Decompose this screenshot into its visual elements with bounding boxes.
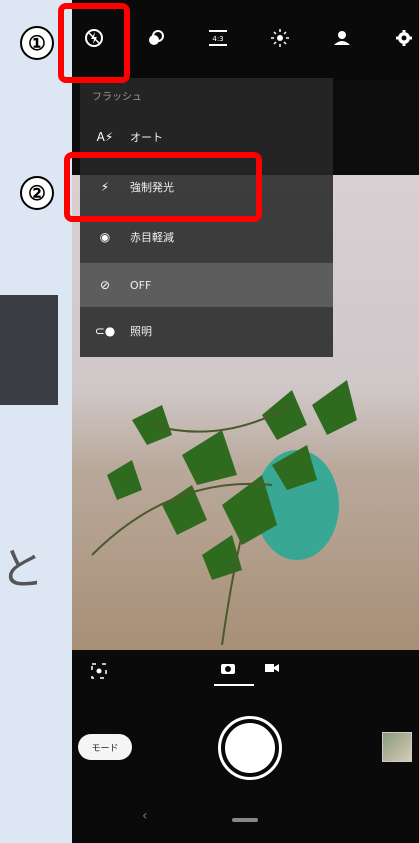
torch-icon: ⊂● bbox=[94, 324, 116, 338]
aspect-ratio-label: 4:3 bbox=[212, 35, 223, 43]
brightness-icon[interactable] bbox=[268, 26, 292, 50]
scene-detect-icon[interactable] bbox=[90, 662, 108, 684]
mode-button[interactable]: モード bbox=[78, 734, 132, 760]
gallery-thumbnail[interactable] bbox=[382, 732, 412, 762]
background-panel bbox=[0, 295, 58, 405]
video-icon[interactable] bbox=[264, 660, 280, 679]
highlight-flash-button bbox=[58, 3, 130, 83]
aspect-ratio-icon[interactable]: 4:3 bbox=[206, 26, 230, 50]
step-2-badge: ② bbox=[20, 176, 54, 210]
camera-icon[interactable] bbox=[220, 660, 236, 679]
flash-auto-icon: A⚡ bbox=[96, 130, 114, 144]
nav-home-pill[interactable] bbox=[232, 818, 258, 822]
red-eye-icon: ◉ bbox=[99, 230, 111, 244]
settings-icon[interactable] bbox=[392, 26, 416, 50]
step-1-badge: ① bbox=[20, 26, 54, 60]
mode-active-indicator bbox=[214, 684, 254, 686]
shutter-inner bbox=[225, 723, 275, 773]
camera-app-screen: 4:3 フラッシュ A⚡ オート ⚡ 強制発光 ◉ 赤目軽減 ⊘ OFF ⊂● … bbox=[72, 0, 419, 843]
camera-bottom-bar: モード ‹ bbox=[72, 650, 419, 843]
flash-menu-title: フラッシュ bbox=[92, 92, 142, 103]
portrait-icon[interactable] bbox=[330, 26, 354, 50]
background-text: と bbox=[0, 544, 44, 595]
color-effect-icon[interactable] bbox=[144, 26, 168, 50]
flash-option-off[interactable]: ⊘ OFF bbox=[80, 263, 333, 307]
nav-back-icon[interactable]: ‹ bbox=[142, 808, 148, 824]
mode-tabs bbox=[210, 656, 290, 686]
flash-off-icon: ⊘ bbox=[99, 278, 111, 292]
shutter-button[interactable] bbox=[218, 716, 282, 780]
flash-option-torch[interactable]: ⊂● 照明 bbox=[80, 309, 333, 353]
highlight-forced-flash-option bbox=[64, 152, 262, 222]
